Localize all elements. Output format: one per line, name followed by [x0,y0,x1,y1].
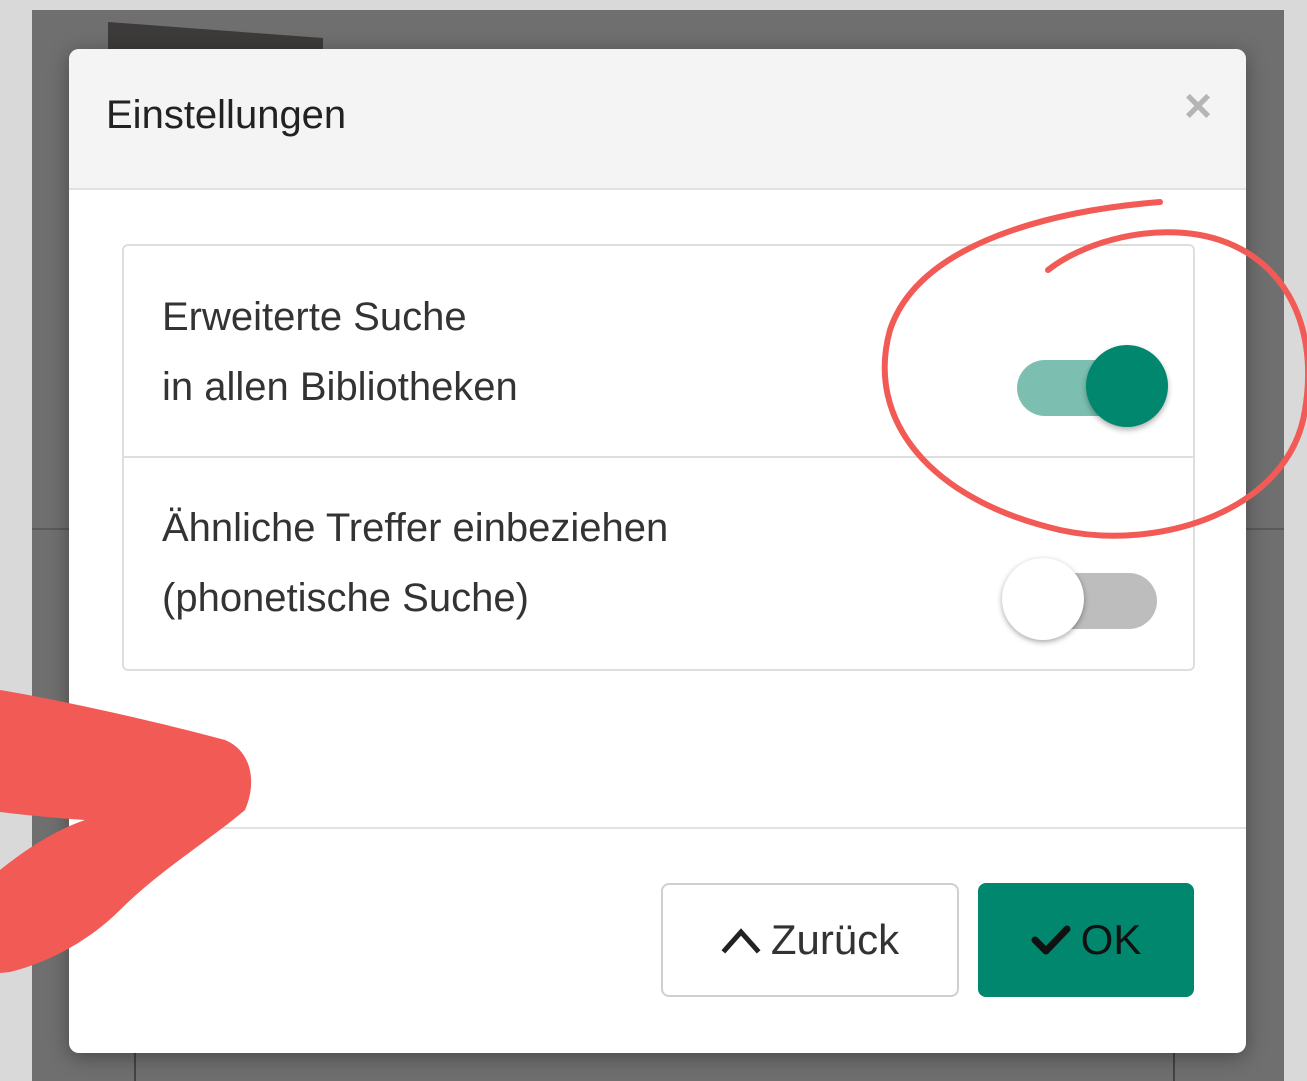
back-button-label: Zurück [770,916,900,963]
ok-button[interactable]: OK [978,883,1194,997]
footer-divider [69,827,1246,829]
setting-row-advanced-search: Erweiterte Suche in allen Bibliotheken [124,246,1193,458]
setting-label: Erweiterte Suche in allen Bibliotheken [162,282,518,422]
back-button[interactable]: Zurück [661,883,959,997]
close-icon: × [1183,80,1213,133]
background-divider [134,1052,136,1081]
background-divider [1245,528,1284,530]
ok-button-label: OK [1080,916,1142,963]
toggle-knob[interactable] [1086,345,1168,427]
settings-dialog: Einstellungen × Erweiterte Suche in alle… [69,49,1246,1053]
background-divider [32,528,72,530]
setting-label-line: Erweiterte Suche [162,295,467,339]
setting-label-line: (phonetische Suche) [162,576,529,620]
setting-row-phonetic-search: Ähnliche Treffer einbeziehen (phonetisch… [124,457,1193,667]
dialog-header: Einstellungen × [69,49,1246,190]
chevron-up-icon [721,926,761,954]
toggle-knob[interactable] [1002,558,1084,640]
dialog-title: Einstellungen [106,93,347,137]
setting-label-line: in allen Bibliotheken [162,365,518,409]
setting-label-line: Ähnliche Treffer einbeziehen [162,506,669,550]
settings-list: Erweiterte Suche in allen Bibliotheken Ä… [122,244,1195,671]
close-button[interactable]: × [1176,80,1220,133]
setting-label: Ähnliche Treffer einbeziehen (phonetisch… [162,493,668,633]
background-divider [1173,1052,1175,1081]
checkmark-icon [1031,924,1071,956]
